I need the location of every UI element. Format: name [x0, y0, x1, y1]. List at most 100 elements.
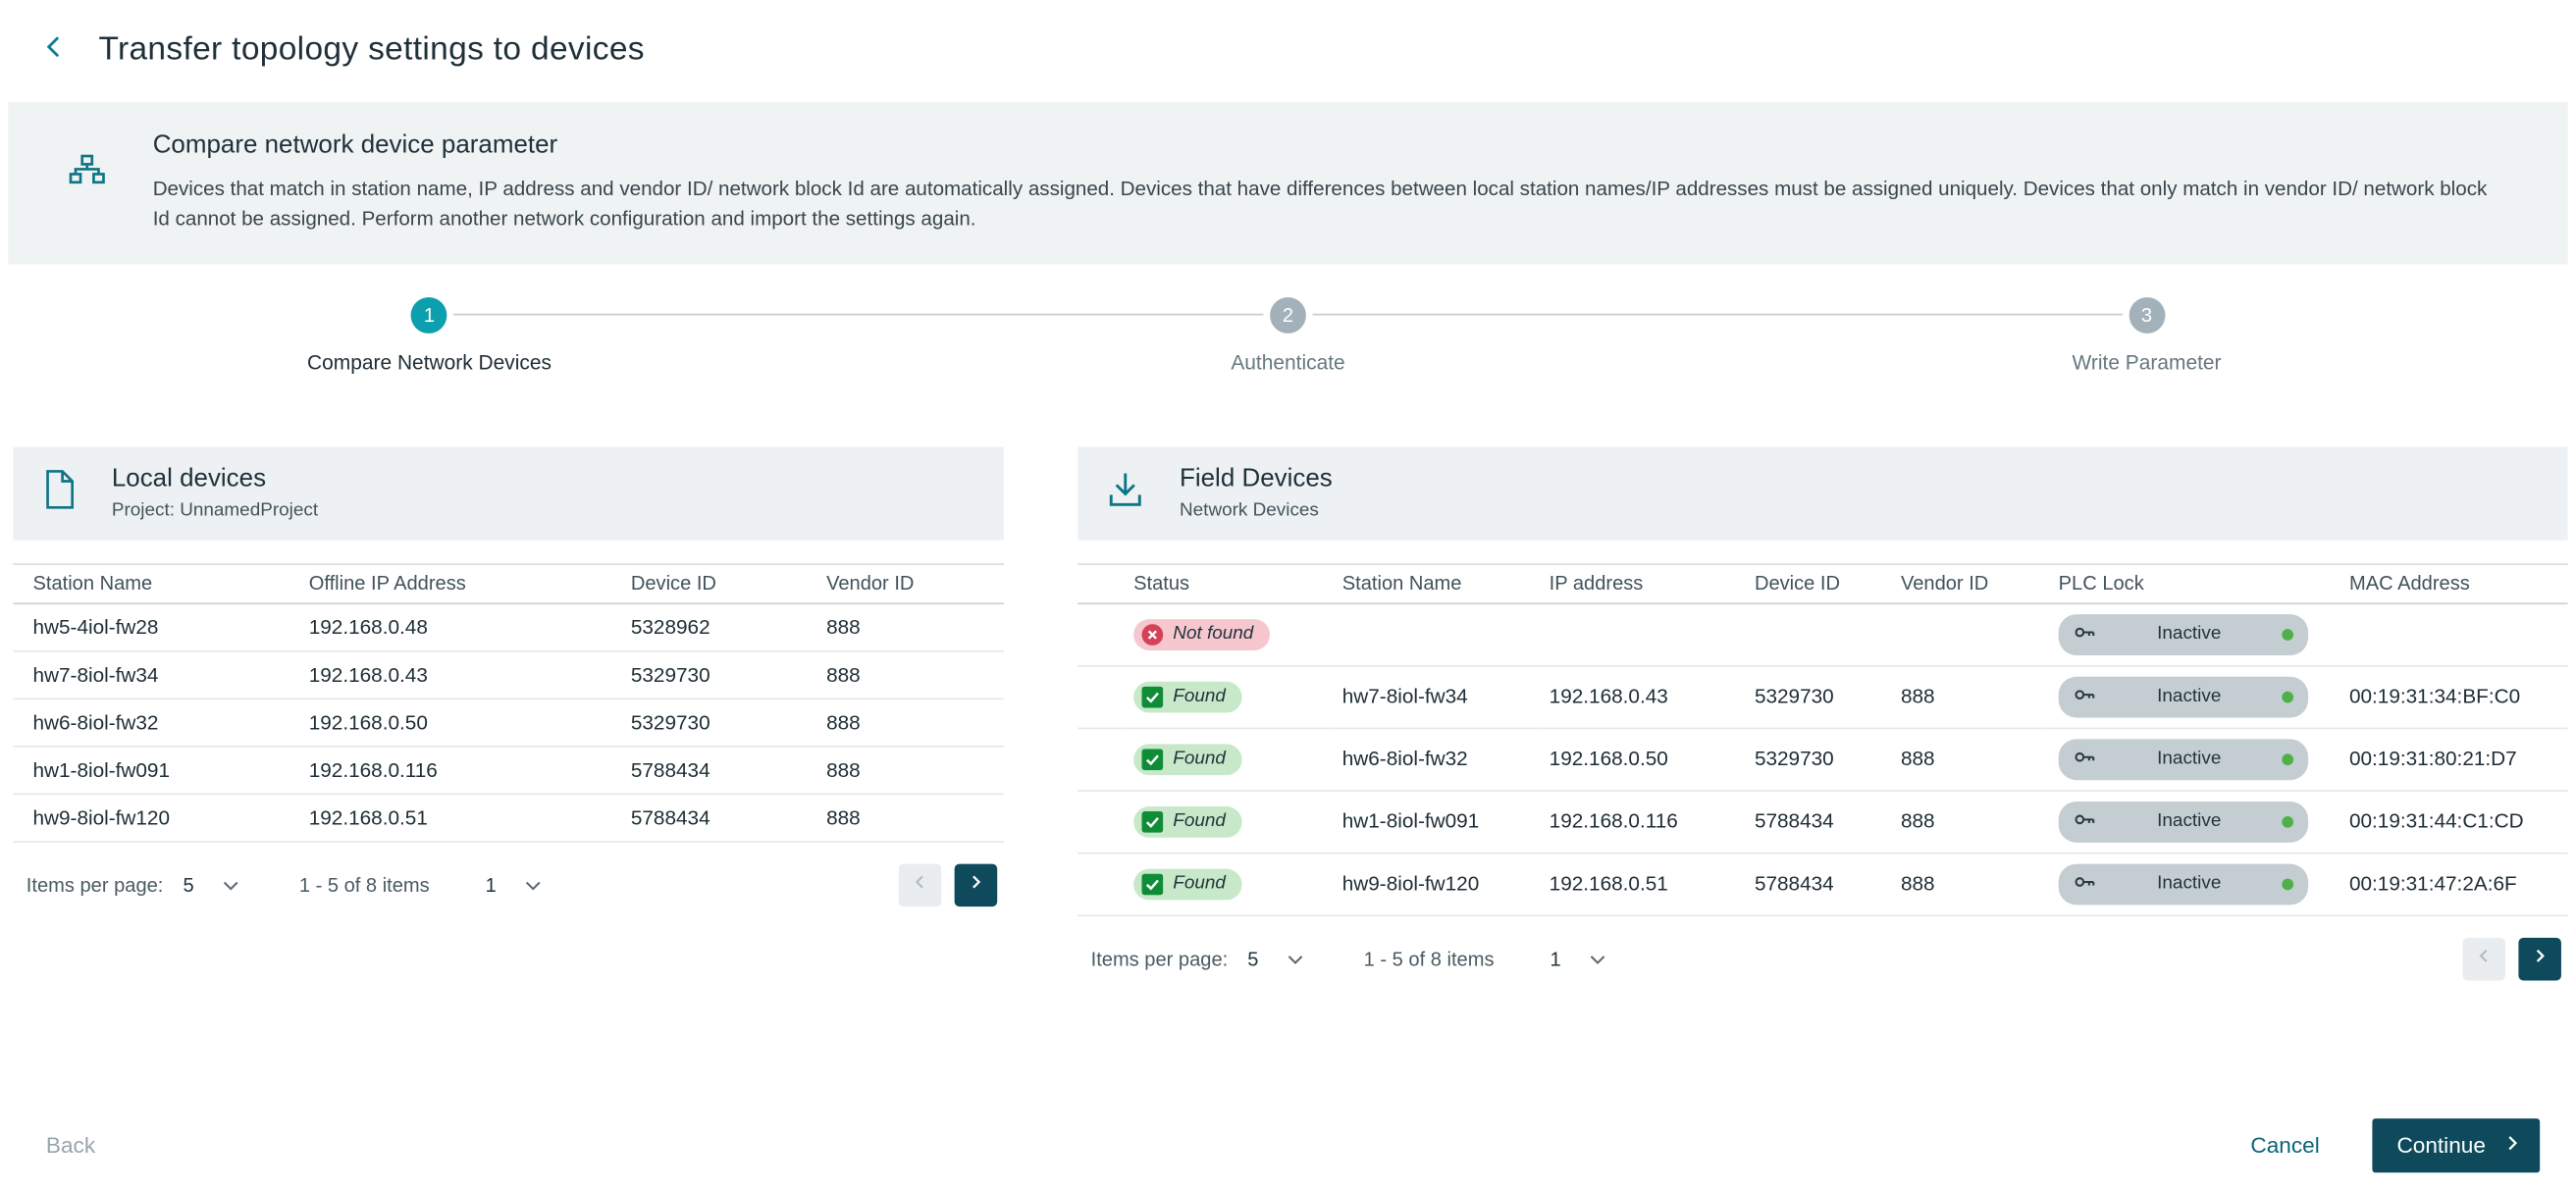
chevron-left-icon: [910, 872, 929, 897]
row-select-cell[interactable]: [1078, 728, 1121, 791]
key-icon: [2074, 683, 2096, 710]
check-icon: [1142, 686, 1164, 707]
field-devices-table: Status Station Name IP address Device ID…: [1078, 563, 2567, 916]
key-icon: [2074, 620, 2096, 647]
page-header: Transfer topology settings to devices: [0, 0, 2576, 95]
local-devices-title: Local devices: [112, 465, 318, 494]
download-icon: [1104, 468, 1147, 519]
key-icon: [2074, 870, 2096, 898]
items-per-page-select[interactable]: 5: [183, 873, 239, 896]
field-devices-subtitle: Network Devices: [1180, 501, 1333, 521]
table-row[interactable]: hw5-4iol-fw28 192.168.0.48 5328962 888: [13, 603, 1003, 651]
stepper: 1 Compare Network Devices 2 Authenticate…: [0, 296, 2576, 401]
field-devices-header: Field Devices Network Devices: [1078, 446, 2567, 540]
plc-lock-badge: Inactive: [2059, 863, 2308, 905]
page-title: Transfer topology settings to devices: [98, 30, 644, 69]
next-page-button[interactable]: [2518, 937, 2561, 980]
step-2-label: Authenticate: [1231, 351, 1344, 374]
column-station-name: Station Name: [1329, 563, 1536, 602]
step-3-circle: 3: [2129, 296, 2165, 333]
column-station-name: Station Name: [13, 563, 289, 602]
key-icon: [2074, 745, 2096, 772]
continue-button[interactable]: Continue: [2372, 1117, 2540, 1171]
row-select-cell[interactable]: [1078, 853, 1121, 915]
column-status: Status: [1121, 563, 1330, 602]
step-compare-network-devices: 1 Compare Network Devices: [0, 296, 859, 374]
column-device-id: Device ID: [611, 563, 807, 602]
column-vendor-id: Vendor ID: [1888, 563, 2046, 602]
document-icon: [39, 468, 79, 519]
error-icon: [1142, 624, 1164, 646]
table-row[interactable]: Found hw1-8iol-fw091 192.168.0.116 57884…: [1078, 791, 2567, 854]
plc-lock-badge: Inactive: [2059, 614, 2308, 655]
local-devices-table: Station Name Offline IP Address Device I…: [13, 563, 1003, 843]
chevron-right-icon: [966, 872, 985, 897]
back-button[interactable]: Back: [46, 1132, 95, 1157]
topology-icon: [68, 131, 107, 234]
next-page-button[interactable]: [955, 863, 998, 906]
plc-lock-badge: Inactive: [2059, 801, 2308, 842]
row-select-cell[interactable]: [1078, 603, 1121, 666]
step-write-parameter: 3 Write Parameter: [1717, 296, 2576, 374]
table-row[interactable]: hw1-8iol-fw091 192.168.0.116 5788434 888: [13, 746, 1003, 794]
page-select[interactable]: 1: [486, 873, 543, 896]
table-header-row: Status Station Name IP address Device ID…: [1078, 563, 2567, 602]
field-devices-pagination: Items per page: 5 1 - 5 of 8 items 1: [1078, 916, 2567, 997]
status-badge: Found: [1133, 805, 1242, 837]
status-dot: [2282, 878, 2293, 890]
column-device-id: Device ID: [1742, 563, 1888, 602]
step-1-circle: 1: [411, 296, 447, 333]
content-area: Local devices Project: UnnamedProject St…: [13, 446, 2567, 997]
status-dot: [2282, 629, 2293, 641]
status-badge: Found: [1133, 681, 1242, 712]
check-icon: [1142, 873, 1164, 895]
check-icon: [1142, 749, 1164, 770]
step-3-label: Write Parameter: [2073, 351, 2222, 374]
field-devices-title: Field Devices: [1180, 465, 1333, 494]
chevron-left-icon: [40, 34, 65, 64]
items-per-page-select[interactable]: 5: [1247, 947, 1304, 969]
table-row[interactable]: hw6-8iol-fw32 192.168.0.50 5329730 888: [13, 699, 1003, 747]
chevron-down-icon: [524, 873, 542, 896]
table-row[interactable]: Found hw6-8iol-fw32 192.168.0.50 5329730…: [1078, 728, 2567, 791]
field-devices-panel: Field Devices Network Devices Status Sta…: [1078, 446, 2567, 997]
column-ip-address: IP address: [1536, 563, 1741, 602]
table-row[interactable]: hw9-8iol-fw120 192.168.0.51 5788434 888: [13, 794, 1003, 842]
continue-button-label: Continue: [2396, 1132, 2485, 1157]
items-per-page-label: Items per page:: [1091, 947, 1229, 969]
banner-description: Devices that match in station name, IP a…: [153, 176, 2502, 234]
status-badge: Found: [1133, 868, 1242, 900]
column-plc-lock: PLC Lock: [2045, 563, 2336, 602]
table-row[interactable]: Found hw9-8iol-fw120 192.168.0.51 578843…: [1078, 853, 2567, 915]
chevron-right-icon: [2530, 947, 2550, 971]
prev-page-button[interactable]: [899, 863, 942, 906]
local-devices-panel: Local devices Project: UnnamedProject St…: [13, 446, 1003, 922]
step-2-circle: 2: [1270, 296, 1306, 333]
pagination-range: 1 - 5 of 8 items: [1364, 947, 1495, 969]
info-banner: Compare network device parameter Devices…: [8, 102, 2567, 264]
footer-action-bar: Back Cancel Continue: [0, 1116, 2576, 1172]
transfer-topology-page: Transfer topology settings to devices Co…: [0, 0, 2576, 1191]
cancel-button[interactable]: Cancel: [2240, 1131, 2329, 1159]
back-chevron-button[interactable]: [29, 26, 76, 73]
chevron-left-icon: [2474, 947, 2494, 971]
table-row[interactable]: Not found Inactive: [1078, 603, 2567, 666]
chevron-right-icon: [2502, 1132, 2522, 1157]
table-row[interactable]: hw7-8iol-fw34 192.168.0.43 5329730 888: [13, 650, 1003, 699]
step-authenticate: 2 Authenticate: [859, 296, 1717, 374]
plc-lock-badge: Inactive: [2059, 739, 2308, 780]
table-row[interactable]: Found hw7-8iol-fw34 192.168.0.43 5329730…: [1078, 665, 2567, 728]
row-select-cell[interactable]: [1078, 791, 1121, 854]
step-1-label: Compare Network Devices: [307, 351, 552, 374]
chevron-down-icon: [1589, 947, 1606, 969]
column-offline-ip: Offline IP Address: [289, 563, 611, 602]
local-devices-header: Local devices Project: UnnamedProject: [13, 446, 1003, 540]
row-select-cell[interactable]: [1078, 665, 1121, 728]
banner-text: Compare network device parameter Devices…: [153, 131, 2502, 234]
local-devices-subtitle: Project: UnnamedProject: [112, 501, 318, 521]
chevron-down-icon: [1287, 947, 1304, 969]
page-select[interactable]: 1: [1550, 947, 1606, 969]
chevron-down-icon: [222, 873, 239, 896]
prev-page-button[interactable]: [2462, 937, 2505, 980]
table-header-row: Station Name Offline IP Address Device I…: [13, 563, 1003, 602]
